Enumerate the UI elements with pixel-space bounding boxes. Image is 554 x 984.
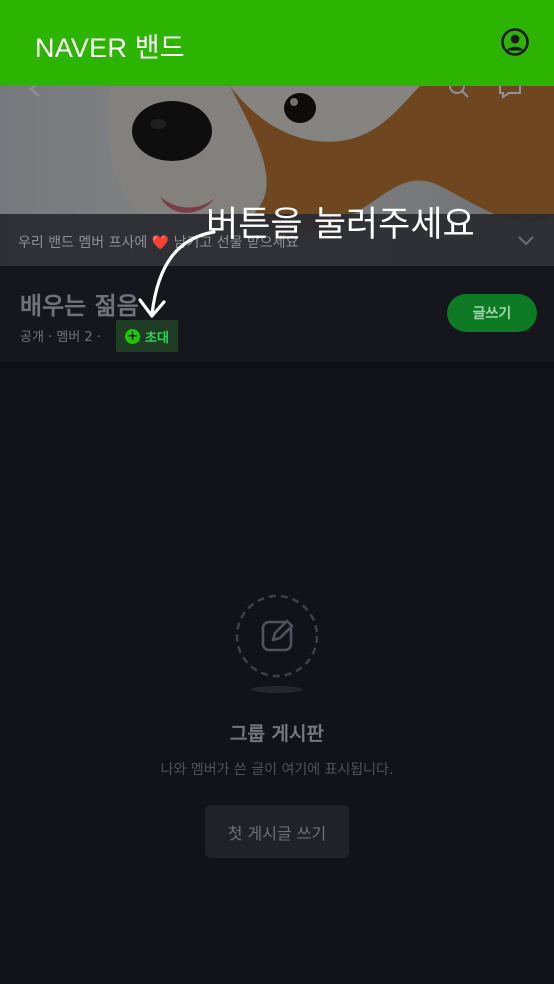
first-post-button[interactable]: 첫 게시글 쓰기 [205,805,349,858]
app-bar: NAVER 밴드 [0,0,554,86]
empty-icon-shadow [251,686,303,693]
edit-icon [235,594,319,678]
plus-icon: + [125,328,141,344]
invite-button[interactable]: + 초대 [116,320,178,352]
account-icon[interactable] [500,27,530,57]
divider [0,362,554,368]
band-name[interactable]: 배우는 젊음 [20,286,139,321]
empty-state-title: 그룹 게시판 [229,723,324,745]
chevron-down-icon[interactable] [516,230,536,250]
arrow-icon [138,230,216,318]
empty-state-description: 나와 멤버가 쓴 글이 여기에 표시됩니다. [160,762,394,778]
cover-toolbar [0,78,554,106]
invite-label: 초대 [145,330,169,346]
write-post-button[interactable]: 글쓰기 [447,294,537,332]
band-meta: 공개 · 멤버 2 · [20,330,101,345]
band-header: 배우는 젊음 공개 · 멤버 2 · + 초대 글쓰기 [0,266,554,362]
hint-text: 버튼을 눌러주세요 [206,205,475,245]
app-title: NAVER 밴드 [35,33,185,63]
